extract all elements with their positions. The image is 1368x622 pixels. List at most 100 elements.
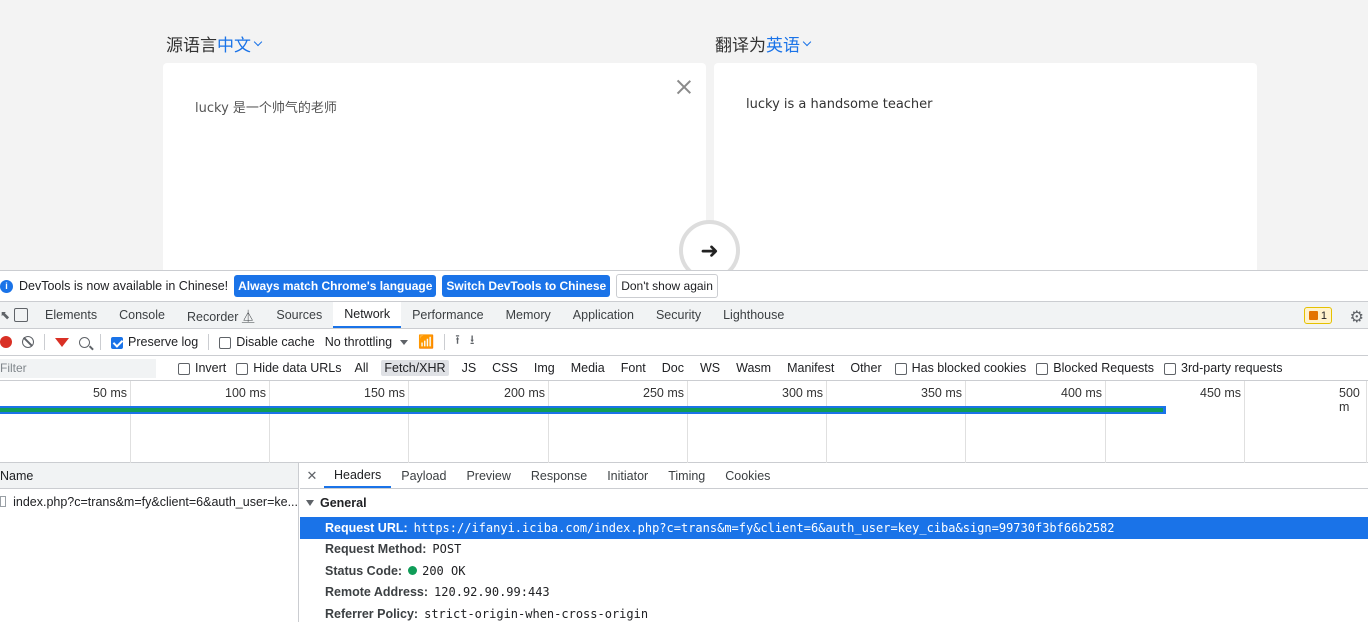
request-url-row[interactable]: Request URL: https://ifanyi.iciba.com/in… (300, 517, 1368, 539)
request-list-header[interactable]: Name (0, 463, 298, 489)
record-icon[interactable] (0, 336, 12, 348)
export-har-icon[interactable]: ⭳ (470, 331, 475, 353)
filter-type-all[interactable]: All (352, 360, 372, 376)
filter-type-img[interactable]: Img (531, 360, 558, 376)
network-overview-timeline[interactable]: 50 ms 100 ms 150 ms 200 ms 250 ms 300 ms… (0, 381, 1368, 463)
search-icon[interactable] (79, 336, 90, 348)
network-lower-pane: Name index.php?c=trans&m=fy&client=6&aut… (0, 463, 1368, 622)
filter-type-manifest[interactable]: Manifest (784, 360, 837, 376)
invert-checkbox[interactable]: Invert (178, 361, 226, 375)
tab-security[interactable]: Security (645, 302, 712, 328)
tab-elements[interactable]: Elements (34, 302, 108, 328)
tab-headers[interactable]: Headers (324, 463, 392, 488)
remote-address-label: Remote Address: (325, 585, 429, 600)
timeline-tick-label: 500 m (1339, 386, 1360, 414)
checkbox-icon[interactable] (178, 362, 190, 375)
filter-type-css[interactable]: CSS (489, 360, 521, 376)
source-text-panel[interactable]: lucky 是一个帅气的老师 (163, 63, 706, 270)
filter-type-other[interactable]: Other (847, 360, 884, 376)
table-row[interactable]: index.php?c=trans&m=fy&client=6&auth_use… (0, 489, 298, 514)
source-language-value[interactable]: 中文 (217, 31, 251, 56)
tab-recorder[interactable]: Recorder ⏅ (176, 302, 265, 328)
filter-type-wasm[interactable]: Wasm (733, 360, 774, 376)
tab-sources[interactable]: Sources (265, 302, 333, 328)
request-detail-pane: ✕ Headers Payload Preview Response Initi… (300, 463, 1368, 622)
request-method-label: Request Method: (325, 542, 427, 557)
checkbox-checked-icon[interactable] (111, 336, 123, 349)
close-icon[interactable] (676, 79, 692, 95)
tab-lighthouse[interactable]: Lighthouse (712, 302, 795, 328)
device-toolbar-icon[interactable] (14, 308, 28, 322)
hide-data-urls-checkbox[interactable]: Hide data URLs (236, 361, 342, 375)
timeline-gridline: 300 ms (782, 381, 827, 463)
import-har-icon[interactable]: ⭱ (455, 331, 460, 353)
checkbox-icon[interactable] (1164, 362, 1177, 375)
tab-performance[interactable]: Performance (401, 302, 495, 328)
preserve-log-checkbox[interactable]: Preserve log (111, 335, 198, 349)
caret-down-icon[interactable] (306, 500, 314, 506)
tab-payload[interactable]: Payload (391, 463, 456, 488)
tab-console[interactable]: Console (108, 302, 176, 328)
gear-icon[interactable]: ⚙ (1350, 307, 1364, 327)
blocked-requests-checkbox[interactable]: Blocked Requests (1036, 361, 1154, 375)
tab-preview[interactable]: Preview (456, 463, 520, 488)
timeline-gridline: 450 ms (1200, 381, 1245, 463)
request-method-value: POST (432, 542, 462, 557)
checkbox-icon[interactable] (236, 362, 249, 375)
general-section-toggle[interactable]: General (300, 489, 1368, 517)
issues-badge[interactable]: 1 (1303, 307, 1332, 324)
always-match-language-button[interactable]: Always match Chrome's language (234, 275, 437, 297)
tab-timing[interactable]: Timing (658, 463, 715, 488)
arrow-right-icon[interactable]: ➜ (700, 238, 718, 264)
target-language-select[interactable]: 英语 (766, 31, 812, 56)
request-name[interactable]: index.php?c=trans&m=fy&client=6&auth_use… (13, 495, 298, 509)
tab-application[interactable]: Application (562, 302, 645, 328)
chevron-down-icon[interactable] (253, 37, 263, 46)
timeline-tick-label: 50 ms (92, 386, 127, 400)
filter-type-fetch-xhr[interactable]: Fetch/XHR (381, 360, 449, 376)
filter-type-js[interactable]: JS (459, 360, 480, 376)
target-language-value[interactable]: 英语 (766, 31, 800, 56)
tab-network[interactable]: Network (333, 302, 402, 328)
filter-type-media[interactable]: Media (568, 360, 608, 376)
filter-type-font[interactable]: Font (618, 360, 649, 376)
request-url-label: Request URL: (325, 520, 408, 535)
third-party-requests-checkbox[interactable]: 3rd-party requests (1164, 361, 1282, 375)
devtools-tabbar: ⬉ Elements Console Recorder ⏅ Sources Ne… (0, 302, 1368, 329)
throttling-value[interactable]: No throttling (325, 335, 392, 349)
timeline-tick-label: 150 ms (364, 386, 405, 400)
timeline-tick-label: 250 ms (643, 386, 684, 400)
has-blocked-cookies-checkbox[interactable]: Has blocked cookies (894, 361, 1026, 375)
dont-show-again-button[interactable]: Don't show again (616, 274, 718, 298)
name-column-header[interactable]: Name (0, 469, 33, 483)
throttling-select[interactable]: No throttling (325, 335, 409, 349)
checkbox-icon[interactable] (219, 336, 232, 349)
tab-cookies[interactable]: Cookies (715, 463, 780, 488)
source-language-select[interactable]: 中文 (217, 31, 263, 56)
inspect-element-icon[interactable]: ⬉ (0, 302, 14, 328)
devtools-panel: i DevTools is now available in Chinese! … (0, 270, 1368, 622)
disable-cache-label: Disable cache (236, 335, 315, 349)
invert-label: Invert (195, 361, 227, 375)
filter-icon[interactable] (55, 337, 69, 347)
checkbox-icon[interactable] (1036, 362, 1049, 375)
timeline-tick-label: 200 ms (504, 386, 545, 400)
chevron-down-icon[interactable] (400, 339, 409, 345)
general-section-title[interactable]: General (320, 496, 367, 510)
switch-to-chinese-button[interactable]: Switch DevTools to Chinese (442, 275, 611, 297)
filter-input[interactable]: Filter (0, 358, 156, 378)
close-icon[interactable]: ✕ (300, 463, 324, 488)
filter-type-ws[interactable]: WS (697, 360, 723, 376)
tab-response[interactable]: Response (521, 463, 597, 488)
source-text-input[interactable]: lucky 是一个帅气的老师 (195, 97, 337, 116)
network-conditions-icon[interactable]: 📶 (418, 334, 434, 350)
chevron-down-icon[interactable] (802, 37, 812, 46)
tab-memory[interactable]: Memory (495, 302, 562, 328)
request-url-value[interactable]: https://ifanyi.iciba.com/index.php?c=tra… (414, 521, 1115, 535)
filter-type-doc[interactable]: Doc (659, 360, 687, 376)
checkbox-icon[interactable] (894, 362, 907, 375)
clear-icon[interactable] (22, 336, 34, 348)
disable-cache-checkbox[interactable]: Disable cache (219, 335, 315, 349)
tab-initiator[interactable]: Initiator (597, 463, 658, 488)
timeline-gridline: 350 ms (921, 381, 966, 463)
